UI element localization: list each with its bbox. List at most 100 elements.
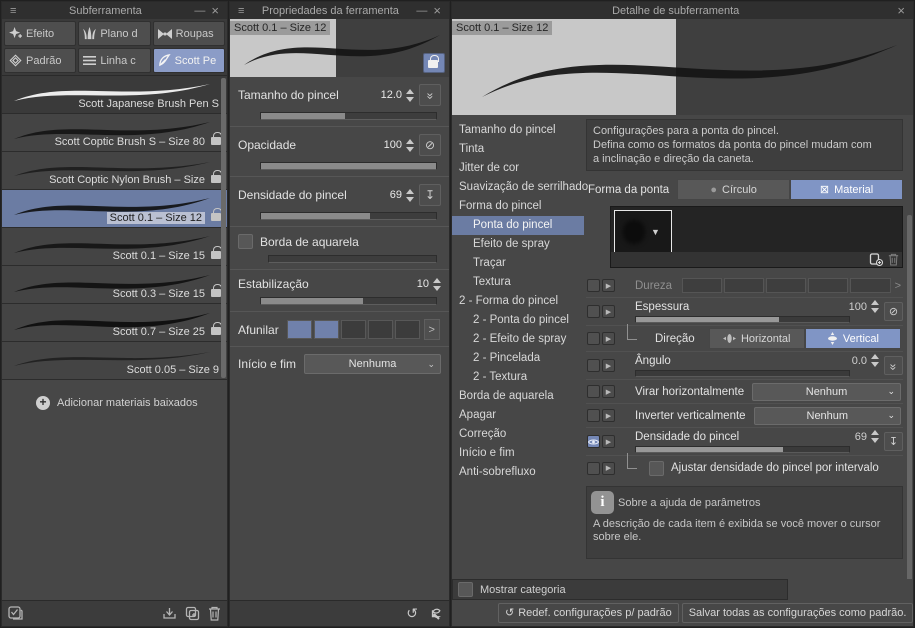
flip-horizontal-dropdown[interactable]: Nenhum ⌄ xyxy=(752,382,901,401)
tab-plano-de-fundo[interactable]: Plano d xyxy=(78,21,151,46)
tab-linha[interactable]: Linha c xyxy=(78,48,151,73)
category-item[interactable]: Apagar xyxy=(452,406,584,425)
brush-size-value[interactable]: 12.0 xyxy=(381,89,402,101)
brush-density-source-button[interactable]: ↧ xyxy=(884,432,903,451)
direction-horizontal-button[interactable]: Horizontal xyxy=(708,328,805,349)
brush-item[interactable]: Scott Japanese Brush Pen S xyxy=(2,76,227,114)
save-defaults-button[interactable]: Salvar todas as configurações como padrã… xyxy=(681,602,914,623)
lock-button[interactable] xyxy=(423,53,445,73)
start-end-dropdown[interactable]: Nenhuma ⌄ xyxy=(304,354,441,374)
brush-density-value[interactable]: 69 xyxy=(390,189,402,201)
category-item[interactable]: Efeito de spray xyxy=(452,235,584,254)
brush-item[interactable]: Scott 0.1 – Size 15 xyxy=(2,228,227,266)
reset-defaults-icon[interactable]: ↺ xyxy=(406,605,418,622)
angle-stepper[interactable] xyxy=(871,354,879,367)
add-material-icon[interactable] xyxy=(869,253,883,266)
taper-expand-button[interactable]: > xyxy=(423,319,440,340)
tab-efeito[interactable]: Efeito xyxy=(4,21,77,46)
direction-dynamics-button[interactable]: ▶ xyxy=(602,332,615,345)
hardness-segments[interactable] xyxy=(682,278,891,293)
brush-size-stepper[interactable] xyxy=(406,88,414,102)
category-item[interactable]: 2 - Textura xyxy=(452,368,584,387)
menu-icon[interactable]: ≡ xyxy=(235,5,247,17)
trash-icon[interactable] xyxy=(888,253,899,266)
thickness-indicator[interactable] xyxy=(587,305,600,318)
tab-roupas[interactable]: Roupas xyxy=(152,21,225,46)
category-item-selected[interactable]: Ponta do pincel xyxy=(452,216,584,235)
category-item[interactable]: Traçar xyxy=(452,254,584,273)
subtool-scrollbar[interactable] xyxy=(221,78,226,378)
brush-density-slider[interactable] xyxy=(635,446,850,453)
watercolor-edge-checkbox[interactable] xyxy=(238,234,253,249)
brush-density-dynamics-button[interactable]: ▶ xyxy=(602,435,615,448)
angle-slider[interactable] xyxy=(635,370,850,377)
category-item[interactable]: Suavização de serrilhado xyxy=(452,178,588,197)
import-icon[interactable] xyxy=(162,606,177,621)
brush-density-stepper[interactable] xyxy=(406,188,414,202)
brush-item[interactable]: Scott 0.05 – Size 9 xyxy=(2,342,227,380)
adjust-density-checkbox[interactable] xyxy=(649,460,664,476)
flip-vertical-dropdown[interactable]: Nenhum ⌄ xyxy=(753,406,901,425)
lock-icon[interactable] xyxy=(211,132,222,145)
lock-icon[interactable] xyxy=(211,322,222,335)
close-button[interactable]: × xyxy=(208,3,222,18)
category-item[interactable]: Textura xyxy=(452,273,584,292)
direction-indicator[interactable] xyxy=(587,332,600,345)
duplicate-icon[interactable] xyxy=(185,606,200,621)
brush-item[interactable]: Scott 0.3 – Size 15 xyxy=(2,266,227,304)
thickness-dynamics-button[interactable]: ▶ xyxy=(602,305,615,318)
brush-item[interactable]: Scott Coptic Nylon Brush – Size xyxy=(2,152,227,190)
category-item[interactable]: 2 - Forma do pincel xyxy=(452,292,584,311)
detail-scrollbar[interactable] xyxy=(907,215,912,579)
reset-settings-button[interactable]: ↺ Redef. configurações p/ padrão xyxy=(498,602,679,623)
opacity-value[interactable]: 100 xyxy=(384,139,402,151)
show-category-checkbox[interactable] xyxy=(458,582,473,597)
stabilization-value[interactable]: 10 xyxy=(417,278,429,290)
brush-item[interactable]: Scott 0.7 – Size 25 xyxy=(2,304,227,342)
category-item[interactable]: Borda de aquarela xyxy=(452,387,584,406)
multi-select-icon[interactable] xyxy=(8,606,24,621)
angle-value[interactable]: 0.0 xyxy=(852,355,867,367)
category-item[interactable]: 2 - Ponta do pincel xyxy=(452,311,584,330)
angle-dynamics-set-button[interactable]: » xyxy=(884,356,903,375)
flip-vertical-indicator[interactable] xyxy=(587,409,600,422)
taper-segments[interactable] xyxy=(286,320,420,339)
angle-dynamics-button[interactable]: ▶ xyxy=(602,359,615,372)
wrench-icon[interactable] xyxy=(426,606,441,621)
category-item[interactable]: Tamanho do pincel xyxy=(452,121,584,140)
watercolor-edge-slider[interactable] xyxy=(268,255,437,263)
category-item[interactable]: Forma do pincel xyxy=(452,197,584,216)
tip-shape-material-button[interactable]: ⊠ Material xyxy=(790,179,903,200)
brush-density-slider[interactable] xyxy=(260,212,437,220)
tip-shape-circle-button[interactable]: ● Círculo xyxy=(677,179,791,200)
chevron-right-icon[interactable]: > xyxy=(895,280,901,292)
category-item[interactable]: Anti-sobrefluxo xyxy=(452,463,584,482)
lock-icon[interactable] xyxy=(211,208,222,221)
brush-density-value[interactable]: 69 xyxy=(855,431,867,443)
brush-item-selected[interactable]: Scott 0.1 – Size 12 xyxy=(2,190,227,228)
hardness-dynamics-button[interactable]: ▶ xyxy=(602,279,615,292)
tab-padrao[interactable]: Padrão xyxy=(4,48,77,73)
flip-horizontal-dynamics-button[interactable]: ▶ xyxy=(602,385,615,398)
category-item[interactable]: Início e fim xyxy=(452,444,584,463)
flip-horizontal-indicator[interactable] xyxy=(587,385,600,398)
category-item[interactable]: Jitter de cor xyxy=(452,159,584,178)
tip-material-thumbnail[interactable]: ▼ xyxy=(614,210,672,254)
adjust-density-dynamics-button[interactable]: ▶ xyxy=(602,461,615,475)
stabilization-stepper[interactable] xyxy=(433,277,441,291)
thickness-value[interactable]: 100 xyxy=(849,301,867,313)
category-item[interactable]: 2 - Efeito de spray xyxy=(452,330,584,349)
thickness-slider[interactable] xyxy=(635,316,850,323)
stabilization-slider[interactable] xyxy=(260,297,437,305)
tab-scott-pen[interactable]: Scott Pe xyxy=(152,48,225,73)
brush-density-stepper[interactable] xyxy=(871,430,879,443)
category-item[interactable]: Tinta xyxy=(452,140,584,159)
direction-vertical-button[interactable]: Vertical xyxy=(804,328,902,349)
angle-indicator[interactable] xyxy=(587,359,600,372)
thickness-stepper[interactable] xyxy=(871,300,879,313)
lock-icon[interactable] xyxy=(211,284,222,297)
category-item[interactable]: Correção xyxy=(452,425,584,444)
brush-density-source-button[interactable]: ↧ xyxy=(419,184,441,206)
menu-icon[interactable]: ≡ xyxy=(7,5,19,17)
opacity-dynamics-button[interactable]: ⊘ xyxy=(419,134,441,156)
